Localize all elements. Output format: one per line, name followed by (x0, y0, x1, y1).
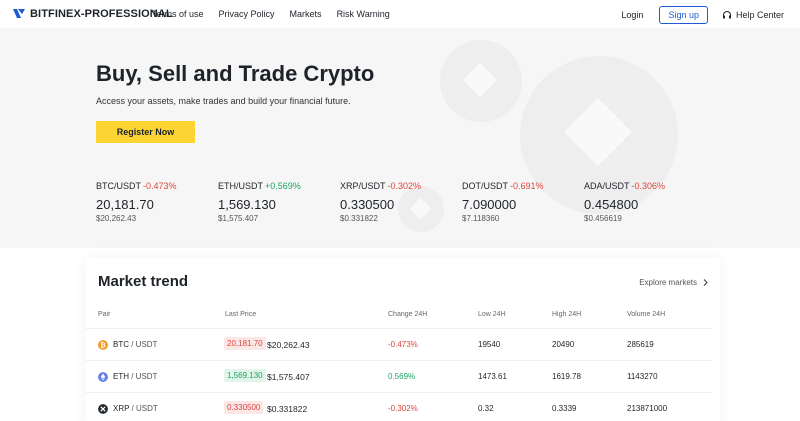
ticker-change: -0.691% (510, 181, 544, 191)
ticker-pair: ETH/USDT (218, 181, 263, 191)
ticker-price: 1,569.130 (218, 197, 276, 212)
ticker-usd: $20,262.43 (96, 214, 137, 223)
table-row[interactable]: XRP / USDT 0.330500 $0.331822 -0.302% 0.… (86, 392, 712, 421)
explore-markets-link[interactable]: Explore markets (639, 278, 708, 287)
market-trend-panel: Market trend Explore markets Pair Last P… (86, 258, 720, 421)
ticker-price: 7.090000 (462, 197, 517, 212)
last-price-badge: 20,181.70 (224, 337, 266, 350)
ticker-btc[interactable]: BTC/USDT -0.473% 20,181.70 $20,262.43 (96, 176, 218, 223)
explore-markets-label: Explore markets (639, 278, 697, 287)
pair-quote: / USDT (129, 372, 158, 381)
login-link[interactable]: Login (621, 10, 643, 20)
ticker-usd: $7.118360 (462, 214, 500, 223)
hero-section: Buy, Sell and Trade Crypto Access your a… (0, 28, 800, 248)
last-price-usd: $0.331822 (267, 404, 308, 414)
last-price-usd: $20,262.43 (267, 340, 310, 350)
bitcoin-icon: ₿ (98, 340, 108, 350)
last-price-badge: 0.330500 (224, 401, 264, 414)
header-low: Low 24H (478, 311, 506, 318)
ticker-eth[interactable]: ETH/USDT +0.569% 1,569.130 $1,575.407 (218, 176, 340, 223)
pair-base: XRP (113, 404, 130, 413)
ticker-ada[interactable]: ADA/USDT -0.306% 0.454800 $0.456619 (584, 176, 706, 223)
pair-base: BTC (113, 340, 129, 349)
ticker-price: 0.330500 (340, 197, 395, 212)
ticker-usd: $0.331822 (340, 214, 378, 223)
high-cell: 0.3339 (552, 404, 577, 413)
pair-base: ETH (113, 372, 129, 381)
ticker-change: +0.569% (265, 181, 301, 191)
xrp-icon (98, 404, 108, 414)
nav-link-privacy[interactable]: Privacy Policy (219, 9, 275, 19)
change-cell: 0.569% (388, 372, 416, 381)
register-now-button[interactable]: Register Now (96, 121, 195, 143)
signup-button[interactable]: Sign up (659, 6, 708, 24)
market-trend-title: Market trend (98, 273, 189, 290)
help-center-label: Help Center (735, 10, 784, 20)
ticker-pair: BTC/USDT (96, 181, 141, 191)
header-last-price: Last Price (225, 311, 257, 318)
market-table-header: Pair Last Price Change 24H Low 24H High … (86, 311, 720, 325)
nav-link-markets[interactable]: Markets (290, 9, 322, 19)
svg-text:₿: ₿ (100, 341, 106, 349)
pair-quote: / USDT (129, 340, 158, 349)
low-cell: 0.32 (478, 404, 494, 413)
volume-cell: 285619 (627, 340, 654, 349)
high-cell: 1619.78 (552, 372, 581, 381)
ticker-xrp[interactable]: XRP/USDT -0.302% 0.330500 $0.331822 (340, 176, 462, 223)
nav-link-risk[interactable]: Risk Warning (337, 9, 390, 19)
header-volume: Volume 24H (627, 311, 666, 318)
ticker-dot[interactable]: DOT/USDT -0.691% 7.090000 $7.118360 (462, 176, 584, 223)
logo[interactable]: BITFINEX-PROFESSIONAL (12, 7, 173, 20)
chevron-right-icon (703, 279, 708, 286)
last-price-usd: $1,575.407 (267, 372, 310, 382)
change-cell: -0.302% (388, 404, 418, 413)
top-nav: BITFINEX-PROFESSIONAL Terms of use Priva… (0, 0, 800, 28)
ticker-pair: XRP/USDT (340, 181, 386, 191)
ticker-change: -0.302% (387, 181, 422, 191)
high-cell: 20490 (552, 340, 575, 349)
ticker-usd: $1,575.407 (218, 214, 259, 223)
ticker-pair: DOT/USDT (462, 181, 508, 191)
ticker-price: 20,181.70 (96, 197, 154, 212)
headset-icon (722, 11, 731, 19)
nav-link-terms[interactable]: Terms of use (152, 9, 204, 19)
pair-cell: ETH / USDT (113, 372, 157, 381)
header-change: Change 24H (388, 311, 428, 318)
ticker-change: -0.473% (143, 181, 177, 191)
logo-icon (13, 9, 25, 18)
volume-cell: 1143270 (627, 372, 658, 381)
change-cell: -0.473% (388, 340, 418, 349)
ethereum-icon (98, 372, 108, 382)
pair-cell: BTC / USDT (113, 340, 157, 349)
volume-cell: 213871000 (627, 404, 668, 413)
hero-title: Buy, Sell and Trade Crypto (96, 61, 375, 86)
low-cell: 19540 (478, 340, 501, 349)
last-price-badge: 1,569.130 (224, 369, 266, 382)
pair-cell: XRP / USDT (113, 404, 158, 413)
low-cell: 1473.61 (478, 372, 507, 381)
header-high: High 24H (552, 311, 582, 318)
ticker-price: 0.454800 (584, 197, 639, 212)
help-center-link[interactable]: Help Center (722, 10, 784, 20)
header-pair: Pair (98, 311, 111, 318)
pair-quote: / USDT (129, 404, 158, 413)
ticker-change: -0.306% (631, 181, 666, 191)
table-row[interactable]: ETH / USDT 1,569.130 $1,575.407 0.569% 1… (86, 360, 712, 392)
table-row[interactable]: ₿ BTC / USDT 20,181.70 $20,262.43 -0.473… (86, 328, 712, 360)
ticker-usd: $0.456619 (584, 214, 622, 223)
ticker-strip: BTC/USDT -0.473% 20,181.70 $20,262.43 ETH… (96, 176, 706, 223)
hero-subtitle: Access your assets, make trades and buil… (96, 96, 351, 106)
ticker-pair: ADA/USDT (584, 181, 630, 191)
